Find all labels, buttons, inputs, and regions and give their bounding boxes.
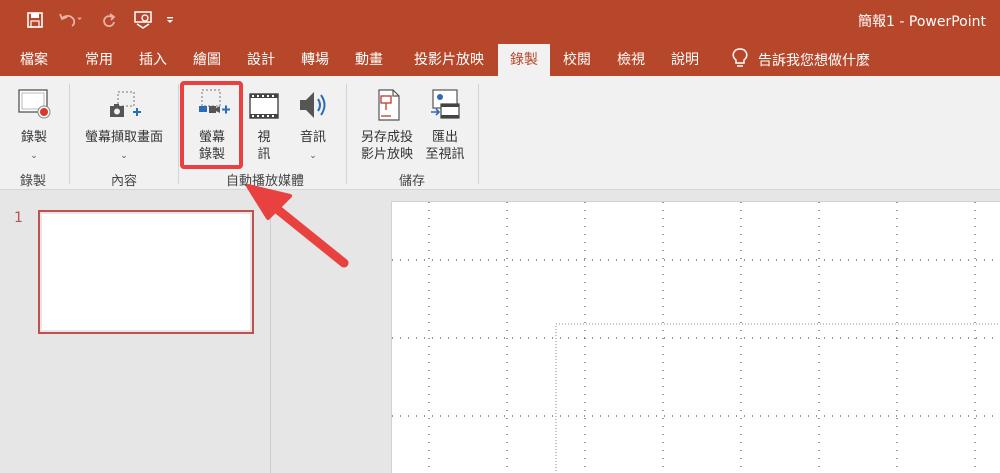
present-icon[interactable]: [126, 8, 160, 32]
tab-design[interactable]: 設計: [236, 44, 286, 76]
tab-animations[interactable]: 動畫: [344, 44, 394, 76]
group-separator: [69, 84, 70, 184]
group-label-save: 儲存: [398, 174, 425, 189]
tell-me-box[interactable]: 告訴我您想做什麼: [732, 44, 870, 76]
group-label-record: 錄製: [19, 174, 46, 189]
save-as-show-label-line1: 另存成投: [360, 130, 413, 145]
video-button[interactable]: 視 訊: [244, 86, 284, 163]
audio-label: 音訊: [299, 130, 326, 145]
title-bar: 簡報1 - PowerPoint: [0, 0, 1000, 40]
save-icon[interactable]: [18, 8, 52, 32]
export-video-icon: [420, 86, 470, 129]
screenshot-icon: [78, 86, 170, 129]
video-label-line1: 視: [257, 130, 271, 145]
save-as-show-label-line2: 影片放映: [360, 147, 413, 162]
undo-icon[interactable]: [52, 8, 92, 32]
group-separator: [478, 84, 479, 184]
ribbon-tabs: 檔案 常用 插入 繪圖 設計 轉場 動畫 投影片放映 錄製 校閱 檢視 說明 告…: [0, 40, 1000, 76]
tab-help[interactable]: 說明: [660, 44, 710, 76]
tab-home[interactable]: 常用: [74, 44, 124, 76]
save-as-show-button[interactable]: 另存成投 影片放映: [356, 86, 418, 163]
tell-me-text: 告訴我您想做什麼: [758, 53, 870, 69]
tab-insert[interactable]: 插入: [128, 44, 178, 76]
lightbulb-icon: [732, 48, 748, 72]
redo-icon[interactable]: [92, 8, 126, 32]
group-label-automedia: 自動播放媒體: [225, 174, 304, 189]
group-separator: [178, 84, 179, 184]
tab-slideshow[interactable]: 投影片放映: [400, 44, 498, 76]
speaker-icon: [292, 86, 334, 129]
tab-review[interactable]: 校閱: [552, 44, 602, 76]
slide-canvas[interactable]: [391, 201, 1000, 473]
ribbon: 錄製 ⌄ 錄製 螢幕擷取畫面 ⌄ 內容 螢幕 錄製 視 訊 音訊 ⌄ 自動播放媒…: [0, 76, 1000, 190]
screenshot-label: 螢幕擷取畫面: [84, 130, 163, 145]
slide-thumbnails-pane: 1: [0, 190, 270, 473]
slide-number: 1: [14, 210, 23, 226]
chevron-down-icon: ⌄: [309, 151, 317, 161]
quick-access-toolbar: [18, 8, 180, 32]
highlight-box: [180, 81, 243, 169]
gridlines: [392, 202, 1000, 473]
export-video-label-line2: 至視訊: [425, 147, 465, 162]
video-label-line2: 訊: [257, 147, 271, 162]
export-video-label-line1: 匯出: [431, 130, 458, 145]
save-as-show-icon: [356, 86, 418, 129]
tab-draw[interactable]: 繪圖: [182, 44, 232, 76]
record-icon: [12, 86, 56, 129]
tab-recording[interactable]: 錄製: [498, 44, 550, 76]
customize-icon[interactable]: [160, 8, 180, 32]
slide-thumbnail[interactable]: [38, 210, 254, 334]
tab-view[interactable]: 檢視: [606, 44, 656, 76]
chevron-down-icon: ⌄: [120, 151, 128, 161]
tab-transitions[interactable]: 轉場: [290, 44, 340, 76]
tab-file[interactable]: 檔案: [8, 44, 60, 76]
group-separator: [346, 84, 347, 184]
record-label: 錄製: [20, 130, 47, 145]
screenshot-button[interactable]: 螢幕擷取畫面 ⌄: [78, 86, 170, 165]
export-video-button[interactable]: 匯出 至視訊: [420, 86, 470, 163]
audio-button[interactable]: 音訊 ⌄: [292, 86, 334, 165]
chevron-down-icon: ⌄: [30, 151, 38, 161]
group-label-content: 內容: [110, 174, 137, 189]
window-title: 簡報1 - PowerPoint: [858, 14, 986, 30]
record-button[interactable]: 錄製 ⌄: [12, 86, 56, 165]
film-icon: [244, 86, 284, 129]
